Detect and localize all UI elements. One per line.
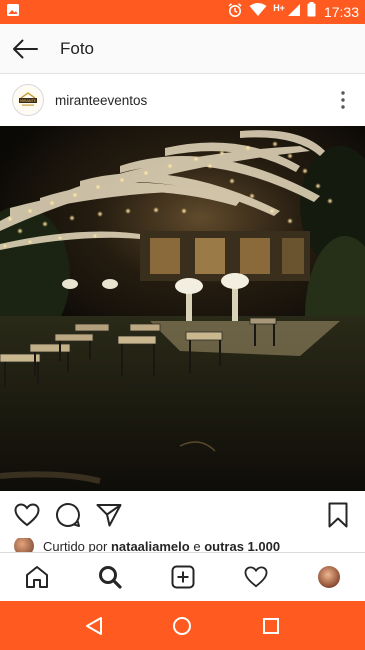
comment-button[interactable] <box>53 500 83 530</box>
avatar-logo-text: MIRANTE <box>20 99 37 103</box>
alarm-icon <box>227 2 243 23</box>
share-icon <box>96 504 122 527</box>
status-time: 17:33 <box>323 4 359 20</box>
image-icon <box>6 3 20 22</box>
home-circle-icon <box>173 616 192 635</box>
avatar[interactable]: MIRANTE <box>12 84 44 116</box>
comment-icon <box>56 502 80 528</box>
bookmark-icon <box>328 502 348 528</box>
back-triangle-icon <box>86 616 103 635</box>
nav-activity[interactable] <box>236 557 276 597</box>
battery-icon <box>307 2 316 22</box>
more-vertical-icon <box>341 91 345 109</box>
heart-icon <box>244 566 267 588</box>
nav-home[interactable] <box>17 557 57 597</box>
home-icon <box>25 566 48 588</box>
app-bar: Foto <box>0 24 365 74</box>
post-header: MIRANTE miranteeventos <box>0 74 365 126</box>
save-button[interactable] <box>323 500 353 530</box>
page-title: Foto <box>60 38 95 58</box>
recents-square-icon <box>262 617 279 634</box>
wifi-icon <box>249 2 267 22</box>
post-actions <box>0 494 365 536</box>
phone-screen: H+ 17:33 Foto MIRANTE miranteeventos Cur… <box>0 0 365 650</box>
post-username[interactable]: miranteeventos <box>55 93 147 108</box>
post-photo[interactable] <box>0 126 365 491</box>
bottom-nav <box>0 552 365 601</box>
like-button[interactable] <box>12 500 42 530</box>
nav-profile[interactable] <box>309 557 349 597</box>
nav-add[interactable] <box>163 557 203 597</box>
system-recents-button[interactable] <box>251 606 291 646</box>
signal-icon <box>287 3 301 22</box>
nav-search[interactable] <box>90 557 130 597</box>
status-bar: H+ 17:33 <box>0 0 365 24</box>
arrow-left-icon <box>13 39 38 58</box>
share-button[interactable] <box>94 500 124 530</box>
search-icon <box>98 566 122 589</box>
back-button[interactable] <box>0 24 50 74</box>
add-icon <box>171 565 194 589</box>
heart-icon <box>14 503 40 527</box>
profile-icon <box>317 566 340 588</box>
more-options-button[interactable] <box>333 85 353 115</box>
network-type: H+ <box>273 3 285 13</box>
wedding-photo-illustration <box>0 126 365 491</box>
system-nav-bar <box>0 601 365 650</box>
system-home-button[interactable] <box>162 606 202 646</box>
system-back-button[interactable] <box>74 606 114 646</box>
